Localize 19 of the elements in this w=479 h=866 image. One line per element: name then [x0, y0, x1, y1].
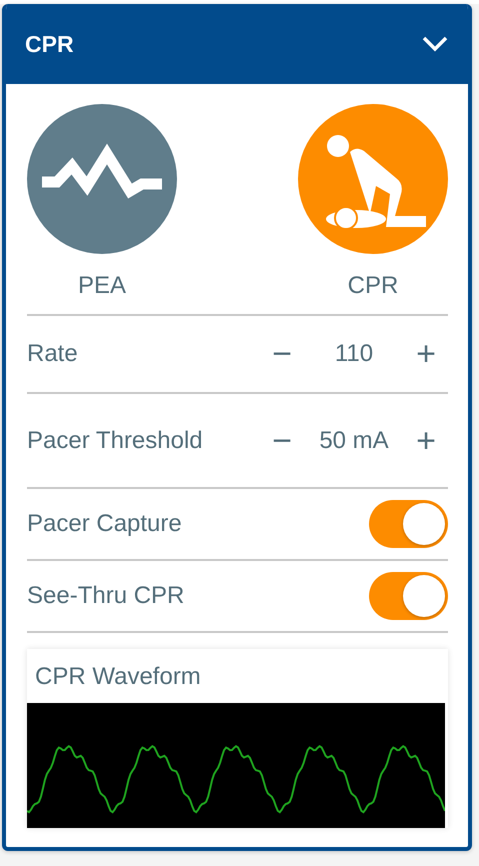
toggle-switch[interactable]	[369, 572, 448, 620]
setting-label: Rate	[27, 340, 79, 368]
decrease-button[interactable]: −	[260, 424, 304, 458]
setting-value: 110	[334, 339, 374, 369]
setting-value: 50 mA	[318, 426, 390, 456]
increase-button[interactable]: +	[404, 337, 448, 371]
increase-button[interactable]: +	[404, 424, 448, 458]
setting-label: See-Thru CPR	[27, 582, 186, 610]
setting-label: Pacer Capture	[27, 510, 183, 538]
mode-button[interactable]: CPR	[298, 104, 448, 300]
toggle-switch[interactable]	[369, 500, 448, 548]
setting-label: Pacer Threshold	[27, 426, 204, 454]
cpr-person-icon	[298, 104, 448, 254]
mode-button[interactable]: PEA	[27, 104, 177, 300]
waveform-title: CPR Waveform	[34, 662, 202, 692]
panel-title: CPR	[25, 30, 74, 58]
decrease-button[interactable]: −	[260, 337, 304, 371]
chevron-icon[interactable]	[422, 36, 448, 52]
wave-icon	[27, 104, 177, 254]
